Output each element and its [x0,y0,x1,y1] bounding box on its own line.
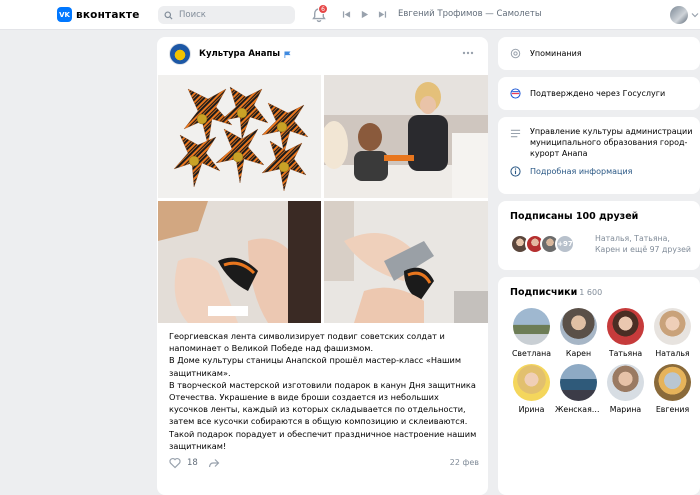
subscriber-name[interactable]: Марина [610,405,641,414]
user-avatar[interactable] [670,6,688,24]
play-icon[interactable] [360,10,369,19]
subscriber-name[interactable]: Светлана [512,349,551,358]
subscriber-item[interactable]: Светлана [508,308,555,358]
subscriber-name[interactable]: Женская К... [555,405,602,414]
subscribers-count: 1 600 [579,288,603,297]
post-header: Культура Анапы [169,43,291,65]
post-card: Культура Анапы Георгиевская лента символ… [157,37,488,495]
scissors-ribbon-image [324,201,488,323]
mentions-card[interactable]: Упоминания [498,37,700,70]
workshop-image [324,75,488,198]
more-info-link[interactable]: Подробная информация [510,166,632,177]
top-bar: VK вконтакте Поиск 6 Евгений Трофимов — … [0,0,700,30]
org-description: Управление культуры администрации муници… [530,127,693,158]
share-icon[interactable] [208,457,220,469]
previous-track-icon[interactable] [342,10,351,19]
post-paragraph: В Доме культуры станицы Анапской прошёл … [169,355,462,378]
subscriber-name[interactable]: Карен [566,349,591,358]
list-icon [510,129,521,138]
gosuslugi-icon [510,88,521,99]
subscriber-item[interactable]: Наталья [649,308,696,358]
subscriber-name[interactable]: Ирина [519,405,545,414]
subscriber-avatar[interactable] [513,308,550,345]
subscriber-avatar[interactable] [654,308,691,345]
search-input[interactable]: Поиск [158,6,295,24]
post-photo-ribbons[interactable] [158,75,321,198]
post-paragraph: Такой подарок порадует и обеспечит празд… [169,428,477,451]
search-placeholder: Поиск [179,10,206,20]
subscriber-name[interactable]: Наталья [655,349,689,358]
gosuslugi-row[interactable]: Подтверждено через Госуслуги [510,88,665,99]
subscriber-avatar[interactable] [607,308,644,345]
subscribers-card: Подписчики 1 600 Светлана Карен Татьяна Н… [498,277,700,495]
post-paragraph: В творческой мастерской изготовили подар… [169,379,476,427]
friends-avatars[interactable]: +97 [510,234,575,254]
friends-more-badge[interactable]: +97 [555,234,575,254]
gosuslugi-card: Подтверждено через Госуслуги [498,77,700,110]
subscriber-avatar[interactable] [654,364,691,401]
heart-icon[interactable] [169,457,181,469]
likes-count: 18 [187,458,198,468]
post-footer: 18 22 фев [169,457,479,469]
subscribers-header[interactable]: Подписчики 1 600 [510,287,602,298]
subscriber-item[interactable]: Татьяна [602,308,649,358]
post-date[interactable]: 22 фев [450,458,479,467]
at-sign-icon [510,48,521,59]
more-options-icon[interactable] [462,51,474,55]
next-track-icon[interactable] [378,10,387,19]
about-card: Управление культуры администрации муници… [498,117,700,194]
post-photo-scissors[interactable] [324,201,488,323]
group-avatar[interactable] [169,43,191,65]
subscriber-item[interactable]: Марина [602,364,649,414]
hands-ribbon-image [158,201,321,323]
vk-logo-icon: VK [57,7,72,22]
vk-logo[interactable]: VK вконтакте [57,7,140,22]
audio-player [342,10,387,19]
notifications-badge: 6 [318,4,328,14]
ribbon-brooches-image [173,86,309,192]
chevron-down-icon[interactable] [691,11,699,19]
friends-title[interactable]: Подписаны 100 друзей [510,211,638,222]
subscriber-avatar[interactable] [560,308,597,345]
subscriber-avatar[interactable] [560,364,597,401]
post-photo-workshop[interactable] [324,75,488,198]
post-text: Георгиевская лента символизирует подвиг … [169,330,479,452]
gosuslugi-label: Подтверждено через Госуслуги [530,89,666,98]
subscribers-grid: Светлана Карен Татьяна Наталья Ирина Жен… [508,308,696,414]
post-paragraph: Георгиевская лента символизирует подвиг … [169,331,445,354]
mentions-label: Упоминания [530,49,582,58]
subscriber-avatar[interactable] [607,364,644,401]
search-icon [164,10,173,20]
subscriber-name[interactable]: Евгения [656,405,689,414]
friends-names[interactable]: Наталья, Татьяна, Карен и ещё 97 друзей [595,234,695,255]
subscriber-name[interactable]: Татьяна [609,349,642,358]
flag-icon [284,50,291,58]
mentions-row[interactable]: Упоминания [510,48,582,59]
now-playing-track[interactable]: Евгений Трофимов — Самолеты [398,9,542,19]
subscriber-item[interactable]: Ирина [508,364,555,414]
subscriber-item[interactable]: Карен [555,308,602,358]
group-name[interactable]: Культура Анапы [199,49,280,59]
subscriber-item[interactable]: Женская К... [555,364,602,414]
subscriber-avatar[interactable] [513,364,550,401]
more-info-label: Подробная информация [530,167,633,176]
vk-logo-text: вконтакте [76,8,140,21]
subscriber-item[interactable]: Евгения [649,364,696,414]
friends-card[interactable]: Подписаны 100 друзей +97 Наталья, Татьян… [498,201,700,270]
subscribers-title: Подписчики [510,287,578,298]
post-photo-hands[interactable] [158,201,321,323]
info-icon [510,166,521,177]
